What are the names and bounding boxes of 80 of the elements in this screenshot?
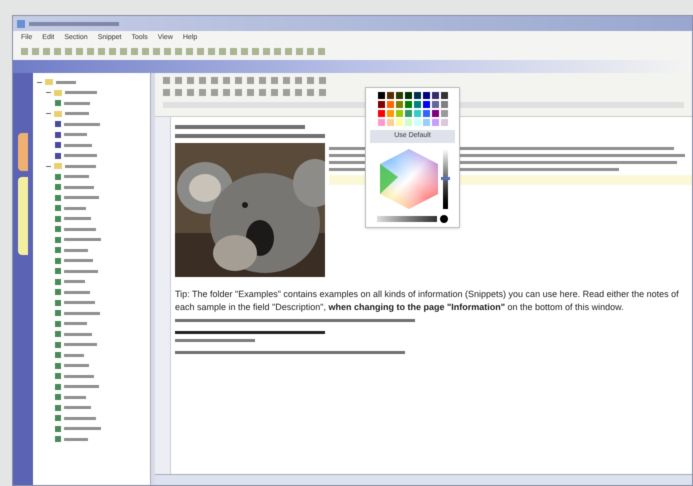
app-icon [17,20,25,28]
blurred-tree-label[interactable] [65,91,97,94]
blurred-tree-label[interactable] [64,374,94,378]
color-swatch[interactable] [404,101,412,108]
color-swatch[interactable] [422,92,430,99]
blurred-tree-label[interactable] [64,102,90,105]
tip-paragraph: Tip: The folder "Examples" contains examples on all kinds of information (Snippets) you can use here. Read either the notes of each sample in the field "Description", when changing to the page "Information" on the bottom of this window. [175,288,680,314]
color-swatch[interactable] [396,119,402,126]
color-swatch[interactable] [440,92,448,99]
blurred-tree-label[interactable] [64,438,88,441]
blurred-tree-label[interactable] [64,416,96,420]
color-swatch[interactable] [432,119,438,126]
blurred-link[interactable] [175,331,325,334]
brightness-slider[interactable] [442,148,448,208]
blurred-tree-label[interactable] [56,80,76,84]
color-swatch[interactable] [432,92,438,99]
color-swatch[interactable] [414,101,420,108]
color-swatch[interactable] [404,92,412,99]
color-swatch[interactable] [396,110,402,117]
blurred-tree-label[interactable] [64,122,100,126]
blurred-tree-label[interactable] [64,248,88,252]
color-swatch[interactable] [414,119,420,126]
blurred-tree-label[interactable] [64,280,85,284]
side-tab[interactable] [18,133,28,171]
color-swatch-icon [440,214,448,222]
color-swatch[interactable] [386,92,394,99]
color-swatch[interactable] [440,110,448,117]
blurred-tree-label[interactable] [64,175,89,178]
blurred-tree-label[interactable] [64,217,91,220]
blurred-tree-label[interactable] [64,332,92,336]
folder-icon [54,163,62,170]
color-swatch[interactable] [378,92,384,99]
color-swatch[interactable] [422,110,430,117]
blurred-tree-label[interactable] [65,112,89,116]
color-preview-bar [377,216,437,222]
blurred-tree-label[interactable] [64,385,99,388]
blurred-tree-label[interactable] [64,238,101,242]
blurred-tree-label[interactable] [64,290,90,294]
color-swatch[interactable] [422,119,430,126]
color-swatch[interactable] [396,101,402,108]
blurred-tree-label[interactable] [64,270,98,273]
blurred-tree-label[interactable] [64,186,94,189]
color-swatch[interactable] [386,110,394,117]
blurred-tree-label[interactable] [64,406,91,410]
color-swatch[interactable] [378,110,384,117]
blurred-tree-label[interactable] [64,144,92,147]
color-swatch[interactable] [432,101,438,108]
blurred-tree-label[interactable] [64,354,84,357]
color-hexagon[interactable] [378,146,440,210]
slider-thumb[interactable] [440,177,450,180]
blurred-tree-label[interactable] [64,301,95,304]
color-swatch[interactable] [414,92,420,99]
blurred-tree-label[interactable] [64,322,87,326]
color-swatch[interactable] [386,101,394,108]
blurred-tree-label[interactable] [64,343,97,346]
blurred-tree-label[interactable] [64,364,89,368]
color-swatch[interactable] [378,101,384,108]
color-swatch[interactable] [440,119,448,126]
blurred-tree-label[interactable] [64,228,96,231]
blurred-tree-label[interactable] [64,427,101,430]
color-swatch[interactable] [404,119,412,126]
folder-icon [54,110,62,117]
blurred-tree-label[interactable] [64,206,86,210]
color-swatch[interactable] [432,110,438,117]
color-swatch[interactable] [422,101,430,108]
color-swatch[interactable] [378,119,384,126]
blurred-tree-label[interactable] [64,312,100,315]
file-icon [55,100,61,106]
color-swatch[interactable] [396,92,402,99]
color-swatch[interactable] [440,101,448,108]
color-swatch[interactable] [386,119,394,126]
side-tab[interactable] [18,177,28,255]
color-swatch[interactable] [404,110,412,117]
blurred-tree-label[interactable] [64,133,87,136]
color-swatch[interactable] [414,110,420,117]
blurred-tree-label[interactable] [64,259,93,262]
blurred-tree-label[interactable] [64,396,86,399]
blurred-tree-label[interactable] [65,164,96,168]
blurred-tree-label[interactable] [64,154,97,158]
blurred-tree-label[interactable] [64,196,99,200]
